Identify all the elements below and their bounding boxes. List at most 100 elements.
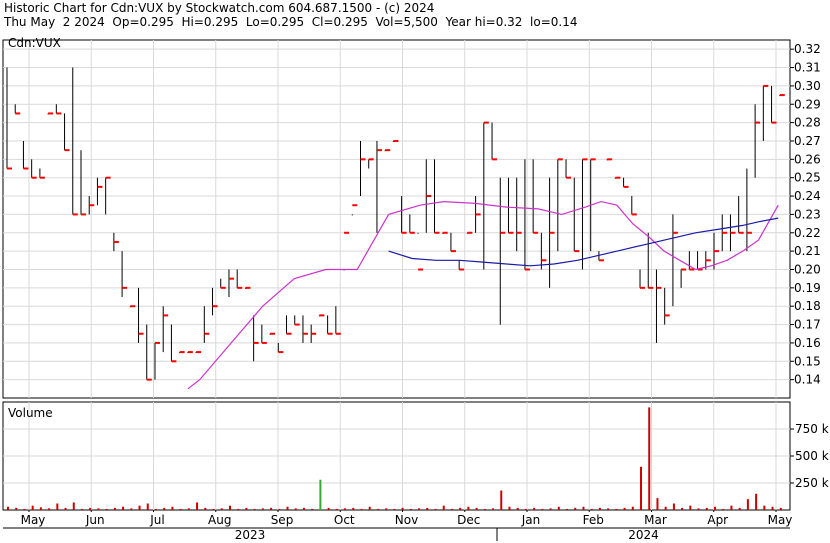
price-label: 0.30 <box>794 79 821 93</box>
volume-bar <box>615 508 618 510</box>
volume-bar <box>672 503 675 510</box>
volume-bar <box>607 508 610 510</box>
volume-bar <box>640 466 643 510</box>
volume-bar <box>738 507 741 510</box>
price-label: 0.16 <box>794 336 821 350</box>
volume-bar <box>697 508 700 510</box>
volume-bar <box>549 508 552 510</box>
volume-bar <box>179 508 182 510</box>
volume-bar <box>376 508 379 510</box>
volume-bar <box>220 508 223 510</box>
volume-bar <box>623 507 626 510</box>
volume-bar <box>72 502 75 510</box>
volume-bar <box>31 505 34 510</box>
price-label: 0.24 <box>794 189 821 203</box>
year-label: 2023 <box>235 528 266 542</box>
month-label: Jun <box>85 513 105 527</box>
volume-bar <box>442 505 445 510</box>
volume-bar <box>730 505 733 510</box>
volume-bar <box>7 506 9 510</box>
volume-bar <box>56 503 59 510</box>
volume-bar <box>664 506 667 510</box>
volume-bar <box>418 508 421 510</box>
volume-bar <box>746 499 749 510</box>
volume-bar <box>302 507 305 510</box>
volume-bar <box>261 508 264 510</box>
volume-bar <box>23 508 26 510</box>
volume-bar <box>89 507 92 510</box>
volume-bar <box>146 503 149 510</box>
volume-bar <box>39 507 42 510</box>
month-label: Jul <box>149 513 164 527</box>
volume-bar <box>154 508 157 510</box>
volume-bar <box>187 508 190 510</box>
price-label: 0.27 <box>794 134 821 148</box>
volume-bar <box>450 508 453 510</box>
symbol-label: Cdn:VUX <box>8 36 61 50</box>
volume-bar <box>212 508 215 510</box>
volume-bar <box>97 508 100 510</box>
volume-bar <box>163 507 166 510</box>
price-label: 0.14 <box>794 373 821 387</box>
volume-bar <box>237 508 240 510</box>
volume-bar <box>80 508 83 510</box>
volume-bar <box>590 508 593 510</box>
volume-bar <box>64 507 67 510</box>
volume-bar <box>434 508 437 510</box>
volume-bar <box>648 407 651 510</box>
month-label: Nov <box>395 513 418 527</box>
volume-bar <box>327 507 330 510</box>
volume-bar <box>714 506 717 510</box>
volume-bar <box>557 506 560 510</box>
month-label: Oct <box>334 513 355 527</box>
price-label: 0.17 <box>794 318 821 332</box>
volume-bar <box>574 507 577 510</box>
month-label: May <box>21 513 46 527</box>
volume-bar <box>500 490 503 510</box>
volume-bar <box>344 508 347 510</box>
volume-bar <box>459 507 462 510</box>
volume-bar <box>360 508 363 510</box>
volume-bar <box>122 506 125 510</box>
volume-bar <box>48 508 51 510</box>
volume-bar <box>533 507 536 510</box>
volume-bar <box>196 502 199 510</box>
volume-bar <box>689 505 692 510</box>
year-label: 2024 <box>628 528 659 542</box>
volume-bar <box>286 506 289 510</box>
volume-bar <box>656 498 659 510</box>
month-label: Feb <box>583 513 604 527</box>
volume-bar <box>771 506 774 510</box>
volume-bar <box>311 508 314 510</box>
month-label: Mar <box>644 513 667 527</box>
month-label: Dec <box>457 513 480 527</box>
chart-window: Historic Chart for Cdn:VUX by Stockwatch… <box>0 0 830 543</box>
volume-bar <box>294 508 297 510</box>
volume-bar <box>582 506 585 510</box>
volume-bar <box>385 508 388 510</box>
volume-bar <box>352 507 355 510</box>
volume-panel-label: Volume <box>8 406 53 420</box>
volume-bar <box>541 508 544 510</box>
volume-bar <box>566 508 569 510</box>
volume-bar <box>245 507 248 510</box>
volume-bar <box>508 506 511 510</box>
price-label: 0.28 <box>794 116 821 130</box>
price-panel <box>2 39 791 399</box>
volume-label: 750 k <box>795 422 829 436</box>
volume-label: 250 k <box>795 476 829 490</box>
price-label: 0.19 <box>794 281 821 295</box>
volume-bar <box>483 508 486 510</box>
volume-bar <box>779 507 782 510</box>
volume-bar <box>524 508 527 510</box>
volume-bar <box>228 505 231 510</box>
volume-bar <box>393 508 396 510</box>
volume-bar <box>204 507 207 510</box>
price-label: 0.21 <box>794 244 821 258</box>
price-label: 0.20 <box>794 262 821 276</box>
volume-bar <box>105 508 108 510</box>
price-label: 0.23 <box>794 207 821 221</box>
volume-bar <box>722 508 725 510</box>
volume-bar <box>598 507 601 510</box>
volume-bar <box>426 507 429 510</box>
